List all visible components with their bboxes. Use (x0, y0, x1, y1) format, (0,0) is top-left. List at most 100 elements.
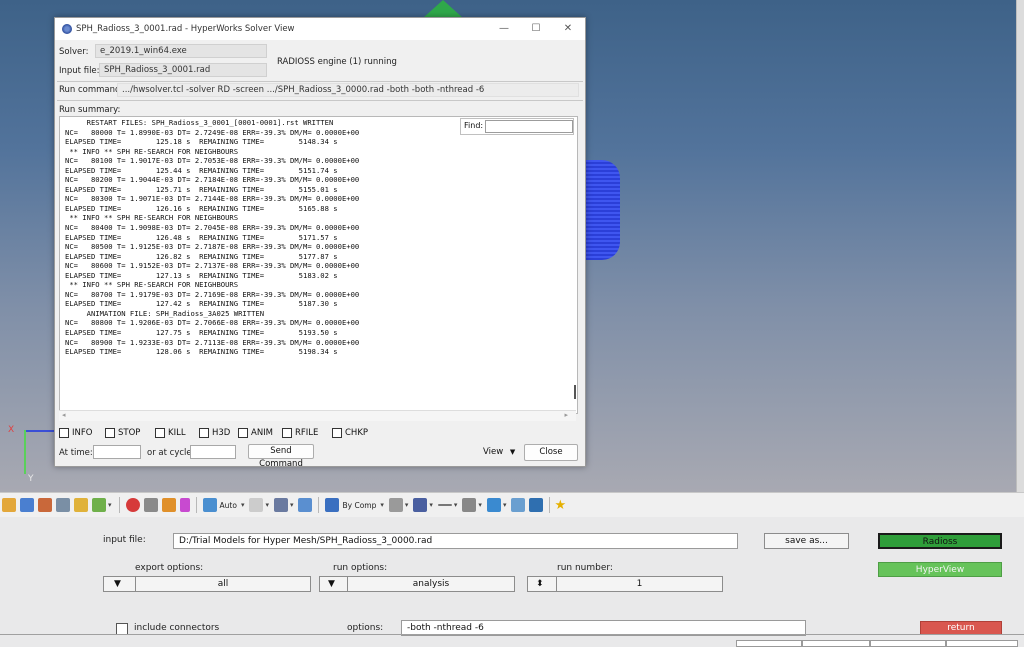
chevron-down-icon[interactable]: ▾ (265, 501, 269, 509)
systems-icon[interactable] (92, 498, 106, 512)
viewport-scrollbar[interactable] (1016, 0, 1024, 492)
view-dropdown[interactable]: View ▼ (483, 447, 515, 457)
components-icon[interactable] (2, 498, 16, 512)
close-window-button[interactable]: ✕ (553, 20, 583, 38)
log-line: RESTART FILES: SPH_Radioss_3_0001_[0001-… (65, 118, 334, 127)
checkbox-box[interactable] (282, 428, 292, 438)
chevron-down-icon[interactable]: ▾ (429, 501, 433, 509)
engine-status-text: RADIOSS engine (1) running (277, 57, 397, 67)
shaded-icon[interactable] (388, 498, 403, 512)
include-connectors-label: include connectors (134, 623, 220, 633)
view-angle-icon[interactable] (273, 498, 288, 512)
axis-x-label: X (8, 425, 15, 435)
node-icon[interactable] (511, 498, 526, 512)
checkbox-label: ANIM (251, 428, 274, 438)
rotate-icon[interactable] (249, 498, 264, 512)
input-file-field[interactable]: D:/Trial Models for Hyper Mesh/SPH_Radio… (173, 533, 738, 549)
fit-icon[interactable] (298, 498, 313, 512)
delete-icon[interactable] (125, 498, 140, 512)
log-line: ELAPSED TIME= 125.18 s REMAINING TIME= 5… (65, 137, 338, 147)
checkbox-box[interactable] (59, 428, 69, 438)
surface-icon[interactable] (462, 498, 477, 512)
chevron-down-icon[interactable]: ▾ (241, 501, 245, 509)
solver-label: Solver: (59, 47, 89, 57)
hyperworks-app-icon (62, 24, 72, 34)
maximize-button[interactable]: ☐ (521, 20, 551, 38)
run-number-stepper[interactable]: ⬍ 1 (527, 576, 723, 592)
sph-mesh-model (582, 160, 620, 260)
checkbox-box[interactable] (199, 428, 209, 438)
translate-icon[interactable] (161, 498, 176, 512)
solver-titlebar[interactable]: SPH_Radioss_3_0001.rad - HyperWorks Solv… (55, 18, 585, 40)
run-options-dropdown[interactable]: ▼ analysis (319, 576, 515, 592)
checkbox-stop[interactable]: STOP (105, 428, 140, 438)
by-comp-icon[interactable] (325, 498, 340, 512)
close-button[interactable]: Close (524, 444, 578, 461)
checkbox-box[interactable] (238, 428, 248, 438)
line-icon[interactable] (437, 504, 452, 506)
log-line: ELAPSED TIME= 126.16 s REMAINING TIME= 5… (65, 203, 338, 213)
chevron-down-icon[interactable]: ▾ (478, 501, 482, 509)
run-summary-log[interactable]: RESTART FILES: SPH_Radioss_3_0001_[0001-… (59, 116, 578, 414)
find-box[interactable]: Find: (460, 118, 574, 135)
chevron-down-icon[interactable]: ▾ (380, 501, 384, 509)
run-command-field: .../hwsolver.tcl -solver RD -screen .../… (117, 83, 579, 97)
checkbox-box[interactable] (332, 428, 342, 438)
status-field (870, 640, 946, 647)
log-scroll-thumb[interactable] (574, 385, 576, 399)
scroll-right-icon[interactable]: ▸ (564, 411, 568, 419)
toolbar-separator (549, 497, 551, 513)
auto-color-icon[interactable] (202, 498, 217, 512)
checkbox-info[interactable]: INFO (59, 428, 92, 438)
hyperview-button[interactable]: HyperView (878, 562, 1002, 577)
reflect-icon[interactable] (179, 498, 190, 512)
chevron-down-icon[interactable]: ▾ (108, 501, 112, 509)
log-line: NC= 80300 T= 1.9071E-03 DT= 2.7144E-08 E… (65, 194, 360, 204)
auto-label[interactable]: Auto (220, 501, 237, 510)
assembly-icon[interactable] (20, 498, 34, 512)
log-line: NC= 80500 T= 1.9125E-03 DT= 2.7187E-08 E… (65, 242, 360, 252)
log-line: NC= 80400 T= 1.9098E-03 DT= 2.7045E-08 E… (65, 223, 360, 233)
axis-y-label: Y (28, 474, 34, 484)
find-icon[interactable] (56, 498, 70, 512)
panel-divider (0, 634, 1024, 635)
mask-icon[interactable] (38, 498, 52, 512)
mesh-display-icon[interactable] (413, 498, 428, 512)
minimize-button[interactable]: — (489, 20, 519, 38)
loads-icon[interactable] (74, 498, 88, 512)
toolbar-separator (195, 497, 197, 513)
star-icon[interactable]: ★ (554, 498, 566, 513)
solver-view-window: SPH_Radioss_3_0001.rad - HyperWorks Solv… (54, 17, 586, 469)
radioss-button[interactable]: Radioss (878, 533, 1002, 549)
checkbox-h3d[interactable]: H3D (199, 428, 230, 438)
send-command-button[interactable]: Send Command (248, 444, 314, 469)
checkbox-chkp[interactable]: CHKP (332, 428, 368, 438)
chevron-down-icon[interactable]: ▾ (503, 501, 507, 509)
checkbox-box[interactable] (105, 428, 115, 438)
return-button[interactable]: return (920, 621, 1002, 635)
chevron-down-icon[interactable]: ▾ (290, 501, 294, 509)
checkbox-rfile[interactable]: RFILE (282, 428, 318, 438)
at-time-input[interactable] (93, 445, 141, 459)
monitor-icon[interactable] (529, 498, 544, 512)
chevron-down-icon: ▼ (114, 579, 121, 589)
spinner-icon[interactable]: ⬍ (536, 577, 544, 591)
log-line: ELAPSED TIME= 127.42 s REMAINING TIME= 5… (65, 299, 338, 309)
scroll-left-icon[interactable]: ◂ (62, 411, 66, 419)
organize-icon[interactable] (143, 498, 158, 512)
checkbox-box[interactable] (155, 428, 165, 438)
at-cycle-input[interactable] (190, 445, 236, 459)
checkbox-anim[interactable]: ANIM (238, 428, 273, 438)
chevron-down-icon[interactable]: ▾ (405, 501, 409, 509)
by-comp-label[interactable]: By Comp (342, 501, 376, 510)
chevron-down-icon[interactable]: ▾ (454, 501, 458, 509)
save-as-button[interactable]: save as... (764, 533, 849, 549)
chevron-down-icon: ▼ (509, 448, 516, 456)
checkbox-kill[interactable]: KILL (155, 428, 186, 438)
input-file-label: Input file: (59, 66, 100, 76)
find-input[interactable] (485, 120, 573, 133)
element-icon[interactable] (486, 498, 501, 512)
status-field (946, 640, 1018, 647)
export-options-dropdown[interactable]: ▼ all (103, 576, 311, 592)
log-horizontal-scrollbar[interactable]: ◂ ▸ (59, 410, 576, 421)
